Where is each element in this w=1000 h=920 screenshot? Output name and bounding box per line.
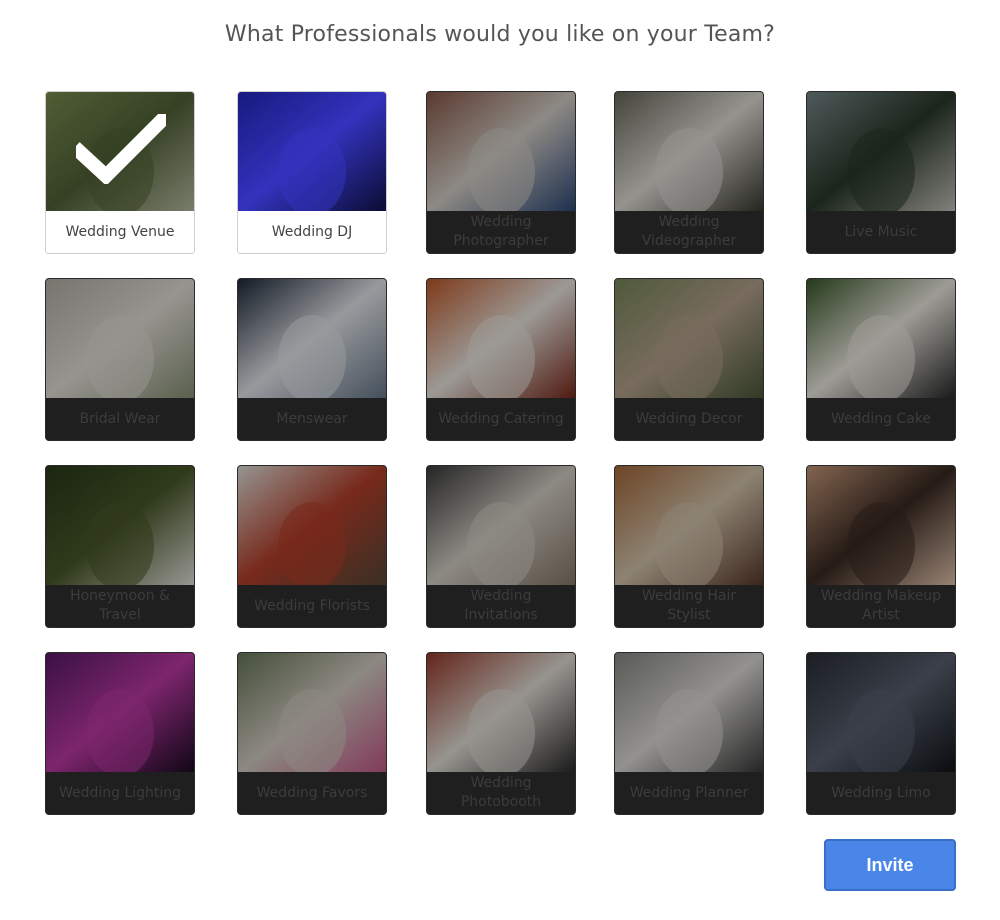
card-label: Live Music bbox=[844, 223, 918, 240]
card-photo bbox=[238, 653, 386, 772]
card-photo bbox=[427, 92, 575, 211]
card-label: Wedding Venue bbox=[46, 211, 194, 253]
card-wedding-hair-stylist[interactable]: Wedding Hair Stylist bbox=[614, 465, 764, 628]
card-label: Wedding Florists bbox=[254, 597, 370, 614]
card-wedding-dj[interactable]: Wedding DJ bbox=[237, 91, 387, 254]
card-label: Wedding Limo bbox=[831, 784, 931, 801]
card-wedding-invitations[interactable]: Wedding Invitations bbox=[426, 465, 576, 628]
card-wedding-favors[interactable]: Wedding Favors bbox=[237, 652, 387, 815]
card-wedding-catering[interactable]: Wedding Catering bbox=[426, 278, 576, 441]
card-photo bbox=[807, 92, 955, 211]
card-wedding-cake[interactable]: Wedding Cake bbox=[806, 278, 956, 441]
card-photo bbox=[807, 279, 955, 398]
card-menswear[interactable]: Menswear bbox=[237, 278, 387, 441]
card-label: Wedding Planner bbox=[629, 784, 749, 801]
card-label: Wedding DJ bbox=[238, 211, 386, 253]
card-live-music[interactable]: Live Music bbox=[806, 91, 956, 254]
card-bridal-wear[interactable]: Bridal Wear bbox=[45, 278, 195, 441]
card-label: Wedding Videographer bbox=[641, 214, 737, 249]
card-photo bbox=[238, 466, 386, 585]
card-label: Wedding Invitations bbox=[464, 588, 538, 623]
card-photo bbox=[238, 279, 386, 398]
card-honeymoon-and-travel[interactable]: Honeymoon & Travel bbox=[45, 465, 195, 628]
card-label: Bridal Wear bbox=[79, 410, 161, 427]
card-wedding-makeup-artist[interactable]: Wedding Makeup Artist bbox=[806, 465, 956, 628]
card-label: Wedding Photographer bbox=[453, 214, 549, 249]
card-wedding-photobooth[interactable]: Wedding Photobooth bbox=[426, 652, 576, 815]
card-label: Wedding Decor bbox=[635, 410, 743, 427]
card-label: Wedding Makeup Artist bbox=[820, 588, 942, 623]
card-label: Wedding Hair Stylist bbox=[641, 588, 737, 623]
card-photo bbox=[807, 466, 955, 585]
card-photo bbox=[807, 653, 955, 772]
card-photo bbox=[615, 466, 763, 585]
card-wedding-videographer[interactable]: Wedding Videographer bbox=[614, 91, 764, 254]
card-label: Menswear bbox=[276, 410, 348, 427]
card-wedding-planner[interactable]: Wedding Planner bbox=[614, 652, 764, 815]
card-label: Wedding Favors bbox=[256, 784, 368, 801]
card-photo bbox=[615, 653, 763, 772]
card-photo bbox=[615, 279, 763, 398]
card-label: Wedding Cake bbox=[830, 410, 932, 427]
card-photo bbox=[427, 653, 575, 772]
card-photo bbox=[427, 279, 575, 398]
card-photo bbox=[615, 92, 763, 211]
card-wedding-limo[interactable]: Wedding Limo bbox=[806, 652, 956, 815]
card-wedding-photographer[interactable]: Wedding Photographer bbox=[426, 91, 576, 254]
card-photo bbox=[46, 92, 194, 211]
card-label: Wedding Lighting bbox=[58, 784, 182, 801]
card-photo bbox=[46, 653, 194, 772]
page-title: What Professionals would you like on you… bbox=[224, 22, 776, 47]
card-wedding-venue[interactable]: Wedding Venue bbox=[45, 91, 195, 254]
card-photo bbox=[46, 466, 194, 585]
invite-button[interactable]: Invite bbox=[824, 839, 956, 891]
card-wedding-lighting[interactable]: Wedding Lighting bbox=[45, 652, 195, 815]
card-label: Wedding Photobooth bbox=[460, 775, 542, 810]
card-photo bbox=[427, 466, 575, 585]
card-photo bbox=[238, 92, 386, 211]
card-label: Honeymoon & Travel bbox=[70, 588, 170, 623]
checkmark-icon bbox=[76, 114, 166, 184]
card-wedding-florists[interactable]: Wedding Florists bbox=[237, 465, 387, 628]
card-photo bbox=[46, 279, 194, 398]
card-wedding-decor[interactable]: Wedding Decor bbox=[614, 278, 764, 441]
card-label: Wedding Catering bbox=[438, 410, 564, 427]
